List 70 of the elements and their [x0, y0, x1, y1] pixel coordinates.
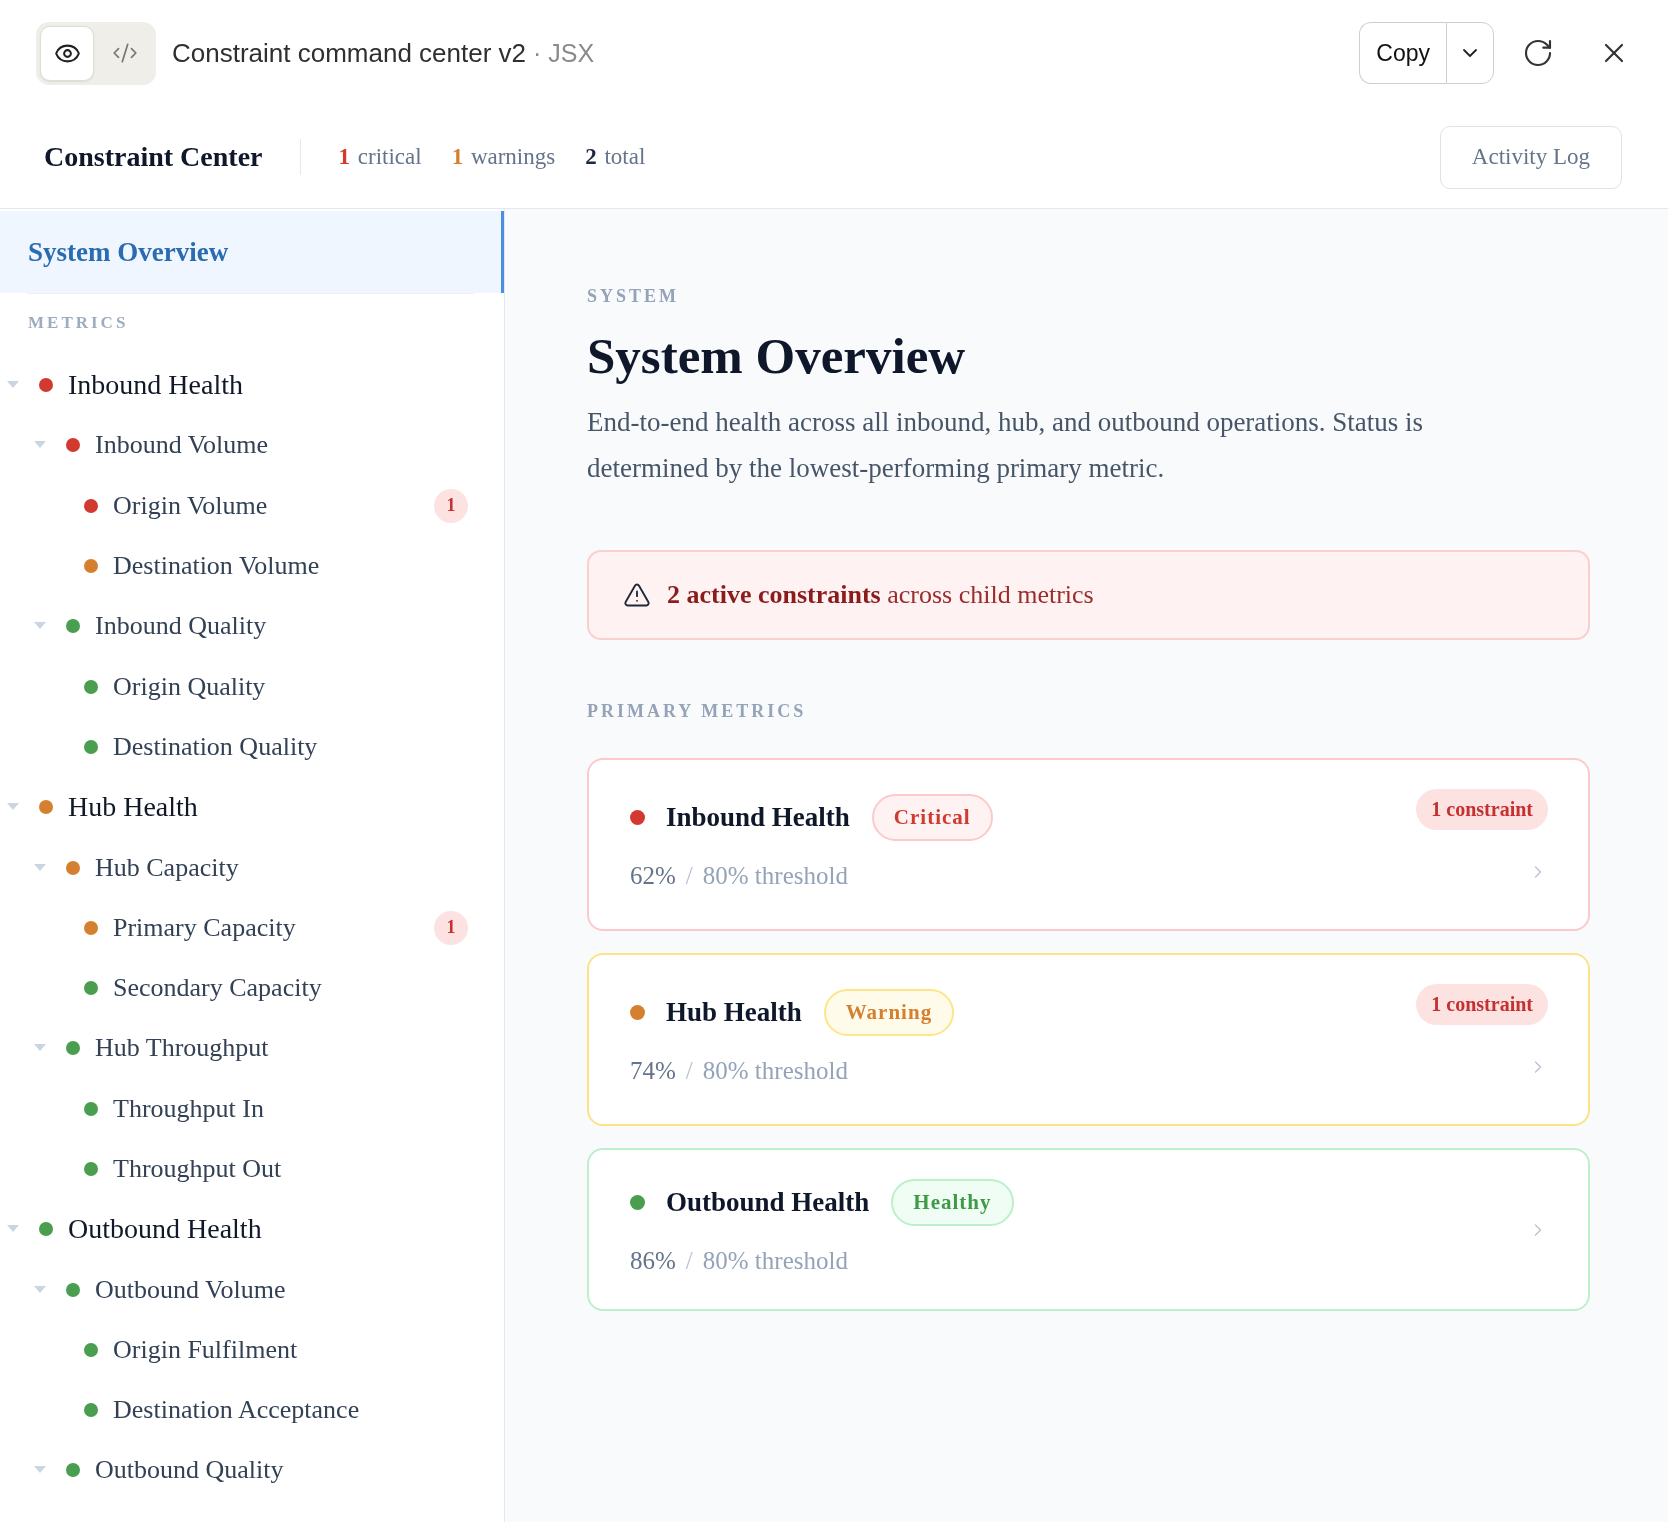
tree-item[interactable]: Outbound Quality [95, 1455, 284, 1486]
tree-item[interactable]: Origin Quality [113, 671, 266, 702]
constraint-count-badge: 1 [434, 910, 468, 945]
tree-item[interactable]: Throughput Out [113, 1154, 282, 1184]
tree-item[interactable]: Inbound Volume [95, 430, 269, 461]
app-title: Constraint Center [44, 141, 263, 173]
status-count: 2 total [585, 144, 646, 170]
caret-icon[interactable] [7, 1225, 19, 1234]
metric-card[interactable]: Inbound Health Critical 62% / 80% threshold 1 constraint [587, 758, 1590, 931]
tree-item[interactable]: Hub Health [68, 791, 198, 824]
metric-value: 86% [630, 1247, 676, 1275]
caret-icon[interactable] [34, 1044, 46, 1053]
file-type-label: · JSX [533, 38, 595, 68]
constraint-badge: 1 constraint [1416, 984, 1548, 1025]
page-description: End-to-end health across all inbound, hub, and outbound operations. Status is determined by the lowest-performing primary metric. [587, 406, 1425, 485]
caret-icon[interactable] [34, 863, 46, 872]
tree-item[interactable]: Primary Capacity [113, 912, 296, 943]
status-badge: Critical [871, 794, 993, 841]
tree-item[interactable]: Throughput In [113, 1093, 264, 1124]
metric-value: 62% [630, 862, 676, 890]
tree-item[interactable]: Hub Throughput [95, 1033, 269, 1064]
metric-card[interactable]: Hub Health Warning 74% / 80% threshold 1 constraint [587, 953, 1590, 1126]
caret-icon[interactable] [34, 622, 46, 631]
tree-item[interactable]: Outbound Health [68, 1213, 262, 1246]
separator-text: / [685, 1057, 693, 1085]
constraint-badge: 1 constraint [1416, 789, 1548, 830]
caret-icon[interactable] [34, 1466, 46, 1475]
copy-menu-button[interactable] [1446, 22, 1494, 84]
status-badge: Warning [823, 989, 955, 1036]
tree-item[interactable]: Destination Quality [113, 731, 318, 762]
caret-icon[interactable] [7, 803, 19, 812]
caret-icon[interactable] [7, 381, 19, 390]
refresh-icon [1522, 37, 1554, 69]
eyebrow-label: SYSTEM [587, 285, 681, 308]
copy-button[interactable]: Copy [1359, 22, 1446, 84]
section-label: PRIMARY METRICS [587, 700, 808, 723]
tree-item[interactable]: Origin Fulfilment [113, 1334, 298, 1365]
metric-name: Outbound Health [666, 1187, 870, 1218]
tree-item[interactable]: Destination Acceptance [113, 1395, 360, 1426]
tree-item[interactable]: Destination Volume [113, 551, 320, 582]
metric-name: Inbound Health [666, 802, 850, 833]
warning-icon [623, 581, 651, 609]
tree-item[interactable]: Outbound Volume [95, 1274, 286, 1305]
status-badge: Healthy [891, 1179, 1014, 1226]
separator-text: / [685, 862, 693, 890]
page-title: System Overview [587, 327, 967, 386]
status-count: 1 warnings [451, 144, 556, 170]
code-icon [112, 40, 138, 66]
status-count: 1 critical [338, 144, 422, 170]
nav-item[interactable]: System Overview [0, 211, 504, 293]
caret-icon[interactable] [34, 441, 46, 450]
constraint-count-badge: 1 [434, 488, 468, 523]
tree-item[interactable]: Origin Volume [113, 490, 268, 521]
threshold-text: 80% threshold [702, 862, 848, 890]
threshold-text: 80% threshold [702, 1247, 848, 1275]
threshold-text: 80% threshold [702, 1057, 848, 1085]
metric-name: Hub Health [666, 997, 802, 1028]
metric-value: 74% [630, 1057, 676, 1085]
tree-item[interactable]: Inbound Health [68, 369, 243, 402]
tree-item[interactable]: Hub Capacity [95, 852, 239, 883]
section-label: METRICS [28, 312, 130, 334]
alert-text: 2 active constraints across child metrics [667, 580, 1094, 610]
view-toggle-button[interactable] [40, 25, 94, 81]
activity-log-button[interactable]: Activity Log [1439, 125, 1622, 189]
tree-item[interactable]: Secondary Capacity [113, 973, 322, 1004]
separator-text: / [685, 1247, 693, 1275]
metric-card[interactable]: Outbound Health Healthy 86% / 80% threshold [587, 1148, 1590, 1311]
tree-item[interactable]: Inbound Quality [95, 611, 267, 642]
caret-icon[interactable] [34, 1285, 46, 1294]
document-title: Constraint command center v2 [172, 37, 527, 69]
